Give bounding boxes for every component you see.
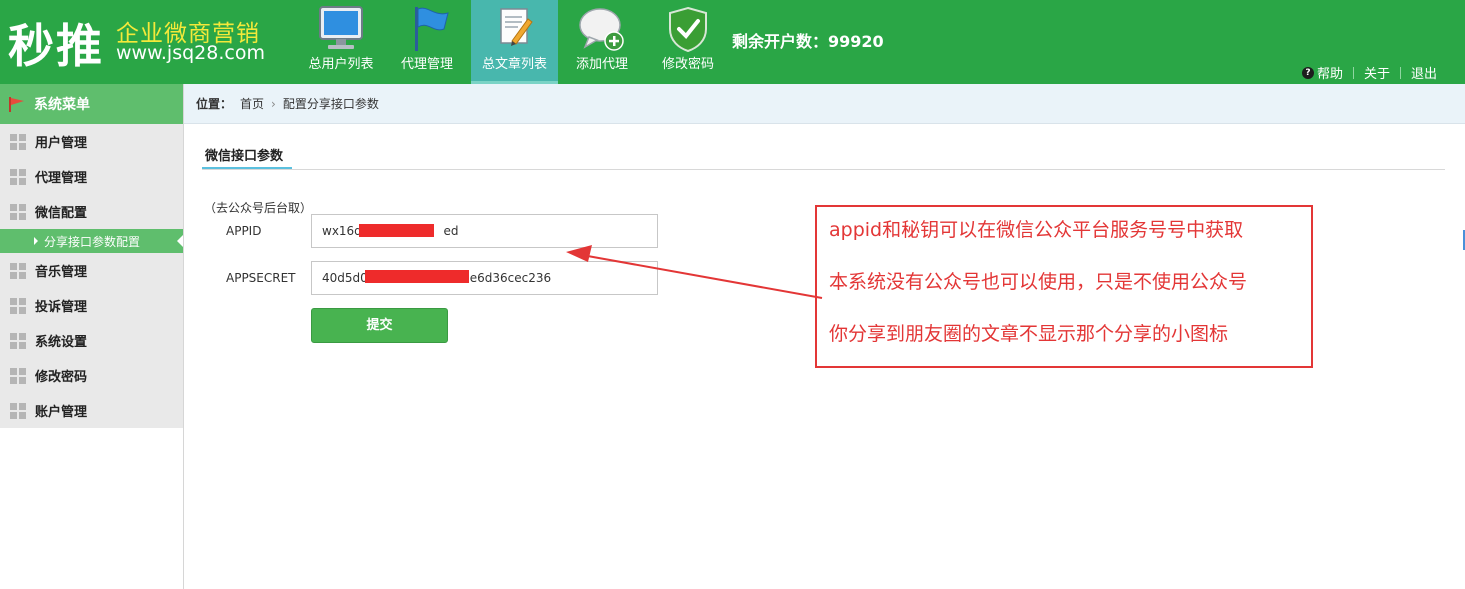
- appsecret-value-suffix: e6d36cec236: [469, 271, 552, 285]
- logo-url: www.jsq28.com: [116, 42, 265, 64]
- appsecret-label: APPSECRET: [226, 271, 296, 285]
- annotation-line-1: appid和秘钥可以在微信公众平台服务号号中获取: [829, 215, 1243, 242]
- sidebar-menu: 用户管理 代理管理 微信配置 分享接口参数配置 音乐管理 投诉管理 系统设置 修…: [0, 124, 183, 428]
- breadcrumb-current: 配置分享接口参数: [282, 97, 379, 111]
- grid-icon: [10, 402, 26, 419]
- sidebar-item-complaint-manage[interactable]: 投诉管理: [0, 288, 183, 323]
- nav-change-password[interactable]: 修改密码: [652, 0, 724, 84]
- top-header: 秒推 企业微商营销 www.jsq28.com 总用户列表 代理管理 总文章列表: [0, 0, 1465, 84]
- nav-user-list[interactable]: 总用户列表: [302, 0, 380, 84]
- annotation-appid: appid: [829, 219, 883, 241]
- grid-icon: [10, 203, 26, 220]
- annotation-line-2: 本系统没有公众号也可以使用，只是不使用公众号: [829, 271, 1248, 293]
- monitor-icon: [319, 6, 363, 49]
- chevron-right-icon: ›: [271, 96, 276, 111]
- redaction-mark: [365, 270, 469, 283]
- sidebar-item-wechat-config[interactable]: 微信配置: [0, 194, 183, 229]
- chat-add-icon: [579, 8, 624, 51]
- sidebar-item-label: 账户管理: [35, 405, 88, 420]
- flag-icon: [9, 97, 24, 112]
- nav-article-list[interactable]: 总文章列表: [471, 0, 558, 84]
- tab-wechat-params[interactable]: 微信接口参数: [205, 145, 283, 164]
- top-links: ? 帮助 关于 退出: [1301, 63, 1437, 82]
- divider: [1352, 66, 1354, 79]
- logout-link[interactable]: 退出: [1411, 63, 1437, 82]
- grid-icon: [10, 262, 26, 279]
- sidebar-subitem-share-config[interactable]: 分享接口参数配置: [0, 229, 183, 253]
- breadcrumb-home[interactable]: 首页: [240, 95, 264, 112]
- sidebar-item-label: 投诉管理: [35, 300, 88, 315]
- grid-icon: [10, 133, 26, 150]
- grid-icon: [10, 297, 26, 314]
- caret-right-icon: [34, 237, 38, 245]
- about-link[interactable]: 关于: [1364, 63, 1390, 82]
- sidebar-item-label: 音乐管理: [35, 265, 88, 280]
- breadcrumb-label: 位置：: [196, 97, 233, 111]
- sidebar-item-account-manage[interactable]: 账户管理: [0, 393, 183, 428]
- annotation-line-3: 你分享到朋友圈的文章不显示那个分享的小图标: [829, 323, 1229, 345]
- shield-check-icon: [669, 6, 707, 53]
- nav-label: 总用户列表: [308, 57, 374, 72]
- sidebar-item-change-password[interactable]: 修改密码: [0, 358, 183, 393]
- form-hint: （去公众号后台取）: [204, 201, 313, 215]
- nav-label: 修改密码: [661, 57, 714, 72]
- sidebar-item-label: 分享接口参数配置: [44, 234, 141, 249]
- flag-icon: [415, 7, 449, 51]
- grid-icon: [10, 367, 26, 384]
- nav-add-agent[interactable]: 添加代理: [566, 0, 638, 84]
- divider: [1399, 66, 1401, 79]
- sidebar-item-label: 系统设置: [35, 335, 88, 350]
- submit-button[interactable]: 提交: [311, 308, 448, 343]
- remaining-accounts: 剩余开户数：99920: [732, 32, 884, 51]
- sidebar-item-label: 修改密码: [35, 370, 88, 385]
- annotation-box: appid和秘钥可以在微信公众平台服务号号中获取 本系统没有公众号也可以使用，只…: [815, 205, 1313, 368]
- sidebar-item-label: 代理管理: [35, 171, 88, 186]
- appid-label: APPID: [226, 224, 262, 238]
- help-icon: ?: [1301, 66, 1314, 79]
- tab-divider: [202, 169, 1445, 170]
- document-edit-icon: [499, 8, 533, 46]
- sidebar-item-label: 微信配置: [35, 206, 88, 221]
- nav-agent-manage[interactable]: 代理管理: [392, 0, 462, 84]
- annotation-line-1-rest: 和秘钥可以在微信公众平台服务号号中获取: [882, 219, 1244, 241]
- appsecret-input[interactable]: 40d5d0 e6d36cec236: [311, 261, 658, 295]
- appsecret-value-prefix: 40d5d0: [322, 271, 368, 285]
- nav-label: 代理管理: [400, 57, 453, 72]
- logo-main-text: 秒推: [8, 19, 104, 73]
- sidebar-item-label: 用户管理: [35, 136, 88, 151]
- help-link[interactable]: 帮助: [1317, 63, 1343, 82]
- sidebar: 系统菜单 用户管理 代理管理 微信配置 分享接口参数配置 音乐管理 投诉管理 系…: [0, 84, 184, 589]
- sidebar-item-agent-manage[interactable]: 代理管理: [0, 159, 183, 194]
- sidebar-item-system-settings[interactable]: 系统设置: [0, 323, 183, 358]
- grid-icon: [10, 332, 26, 349]
- nav-label: 总文章列表: [481, 57, 547, 72]
- breadcrumb: 位置： 首页 › 配置分享接口参数: [184, 84, 1465, 124]
- grid-icon: [10, 168, 26, 185]
- nav-label: 添加代理: [575, 57, 628, 72]
- redaction-mark: [359, 224, 434, 237]
- appid-value-suffix: ed: [443, 224, 459, 238]
- sidebar-item-music-manage[interactable]: 音乐管理: [0, 253, 183, 288]
- sidebar-title: 系统菜单: [0, 84, 183, 124]
- sidebar-title-label: 系统菜单: [34, 97, 90, 113]
- sidebar-item-user-manage[interactable]: 用户管理: [0, 124, 183, 159]
